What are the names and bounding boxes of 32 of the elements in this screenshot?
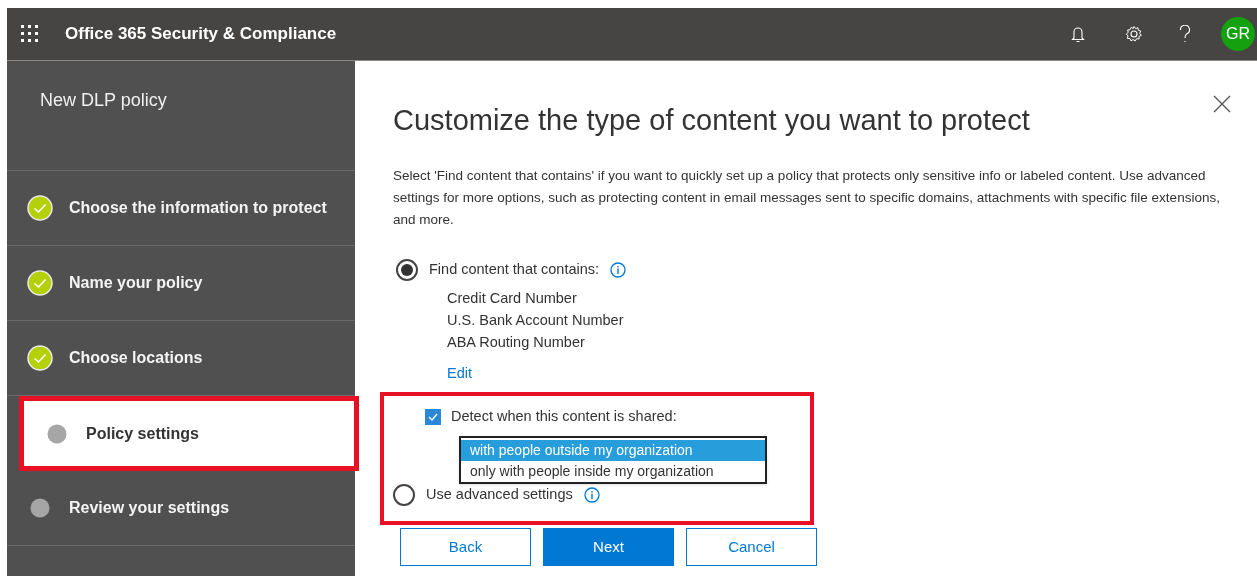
check-circle-icon <box>27 345 53 371</box>
content-type-item: U.S. Bank Account Number <box>447 311 625 330</box>
radio-button[interactable] <box>393 483 415 506</box>
settings-icon[interactable] <box>1125 25 1143 43</box>
wizard-step[interactable]: Choose the information to protect <box>7 171 355 246</box>
secondary-button[interactable]: Back <box>400 527 531 566</box>
checkbox-label: Detect when this content is shared: <box>451 406 677 426</box>
close-icon[interactable] <box>1213 95 1231 113</box>
check-circle-icon <box>27 270 53 296</box>
app-title: Office 365 Security & Compliance <box>65 23 337 46</box>
bell-icon[interactable] <box>1071 25 1085 43</box>
wizard-step[interactable]: Policy settings <box>19 396 359 471</box>
content-type-item: ABA Routing Number <box>447 333 586 352</box>
info-icon[interactable] <box>583 486 600 503</box>
info-icon[interactable] <box>610 262 627 278</box>
page-title: Customize the type of content you want to protect <box>393 103 1031 138</box>
check-circle-icon <box>27 195 53 221</box>
wizard-step[interactable]: Review your settings <box>7 471 355 546</box>
wizard-title: New DLP policy <box>40 90 167 110</box>
edit-link[interactable]: Edit <box>447 363 472 385</box>
app-launcher-icon[interactable] <box>21 25 39 43</box>
secondary-button[interactable]: Cancel <box>686 527 817 566</box>
description-text: Select 'Find content that contains' if you want to quickly set up a policy that protects only sensitive info or labeled content. Use advanced settings for more options, such as protecting content in email messages sent to specific domains, attachments with specific file extensions, and more. <box>393 167 1221 229</box>
content-type-item: Credit Card Number <box>447 289 578 308</box>
dropdown-option[interactable]: only with people inside my organization <box>461 460 765 482</box>
primary-button[interactable]: Next <box>543 527 674 566</box>
wizard-step[interactable]: Name your policy <box>7 246 355 321</box>
radio-button[interactable] <box>396 259 418 281</box>
help-icon[interactable] <box>1179 25 1191 43</box>
option-label: Use advanced settings <box>426 484 573 504</box>
option-label: Find content that contains: <box>429 260 600 280</box>
checkbox[interactable] <box>425 408 441 425</box>
